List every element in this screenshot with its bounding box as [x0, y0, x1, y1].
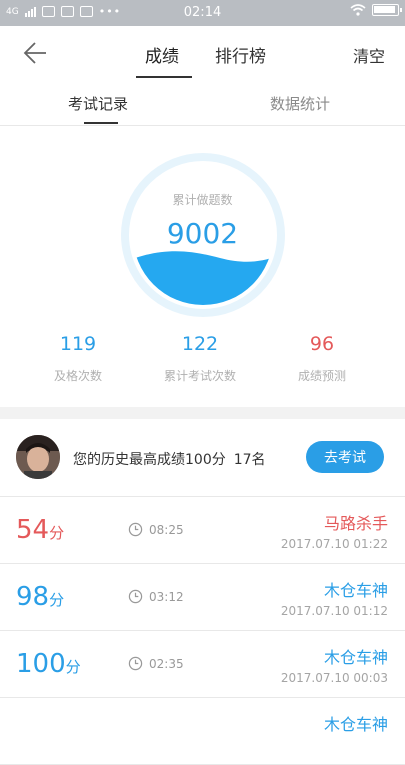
best-score-label: 您的历史最高成绩100分: [73, 452, 226, 468]
stat-value: 119: [59, 333, 97, 355]
subtabs: 考试记录 数据统计: [0, 80, 405, 126]
tab-score[interactable]: 成绩: [145, 42, 179, 67]
total-questions-label: 累计做题数: [172, 193, 233, 207]
stat-value: 96: [309, 333, 335, 355]
record-date: 2017.07.10 00:03: [280, 671, 388, 685]
wifi-icon: [350, 4, 366, 16]
record-score: 100分: [16, 649, 81, 679]
status-bar: 4G ••• 02:14: [0, 0, 405, 26]
status-time: 02:14: [183, 5, 222, 20]
avatar-image: [16, 435, 60, 479]
record-row[interactable]: 木仓车神: [0, 698, 405, 765]
header: 成绩 排行榜 清空: [0, 26, 405, 80]
clock-icon: [128, 589, 143, 604]
clock-icon: [128, 522, 143, 537]
section-divider: [0, 407, 405, 419]
record-duration: 08:25: [128, 522, 184, 537]
stat-label: 累计考试次数: [163, 369, 236, 383]
stat-label: 成绩预测: [297, 369, 346, 383]
subtab-data-stats[interactable]: 数据统计: [270, 93, 330, 114]
clear-button[interactable]: 清空: [353, 43, 385, 67]
record-score-unit: 分: [65, 658, 81, 676]
avatar[interactable]: [16, 435, 60, 479]
best-score-text: 您的历史最高成绩100分 17名: [73, 449, 266, 469]
record-score-value: 100: [16, 649, 66, 679]
record-title: 木仓车神: [323, 715, 388, 734]
active-tab-indicator: [136, 76, 192, 78]
status-right: [350, 4, 402, 16]
back-arrow-icon[interactable]: [22, 40, 50, 66]
stat-pass-count: 119 及格次数: [23, 333, 133, 384]
record-date: 2017.07.10 01:12: [280, 604, 388, 618]
record-score: 98分: [16, 582, 64, 612]
stat-score-prediction: 96 成绩预测: [267, 333, 377, 384]
record-row[interactable]: 54分 08:25 马路杀手 2017.07.10 01:22: [0, 497, 405, 564]
go-exam-button[interactable]: 去考试: [306, 441, 384, 473]
record-title: 木仓车神: [323, 581, 388, 600]
total-questions-value: 9002: [166, 217, 239, 250]
record-title: 马路杀手: [323, 514, 388, 533]
best-score-row: 您的历史最高成绩100分 17名 去考试: [0, 419, 405, 497]
stat-value: 122: [181, 333, 219, 355]
subtab-exam-records[interactable]: 考试记录: [68, 93, 128, 114]
record-score: 54分: [16, 515, 64, 545]
stat-exam-count: 122 累计考试次数: [145, 333, 255, 384]
clock-icon: [128, 656, 143, 671]
record-score-unit: 分: [49, 591, 65, 609]
record-row[interactable]: 98分 03:12 木仓车神 2017.07.10 01:12: [0, 564, 405, 631]
record-duration-value: 03:12: [149, 589, 184, 604]
record-title: 木仓车神: [323, 648, 388, 667]
record-score-unit: 分: [49, 524, 65, 542]
best-rank: 17名: [233, 452, 266, 468]
tab-ranking[interactable]: 排行榜: [215, 42, 266, 67]
record-duration-value: 02:35: [149, 656, 184, 671]
active-subtab-indicator: [84, 122, 118, 124]
record-score-value: 98: [16, 582, 50, 612]
battery-icon: [372, 4, 402, 16]
record-row[interactable]: 100分 02:35 木仓车神 2017.07.10 00:03: [0, 631, 405, 698]
stat-label: 及格次数: [53, 369, 102, 383]
record-duration: 03:12: [128, 589, 184, 604]
record-score-value: 54: [16, 515, 50, 545]
record-duration-value: 08:25: [149, 522, 184, 537]
record-date: 2017.07.10 01:22: [280, 537, 388, 551]
record-duration: 02:35: [128, 656, 184, 671]
